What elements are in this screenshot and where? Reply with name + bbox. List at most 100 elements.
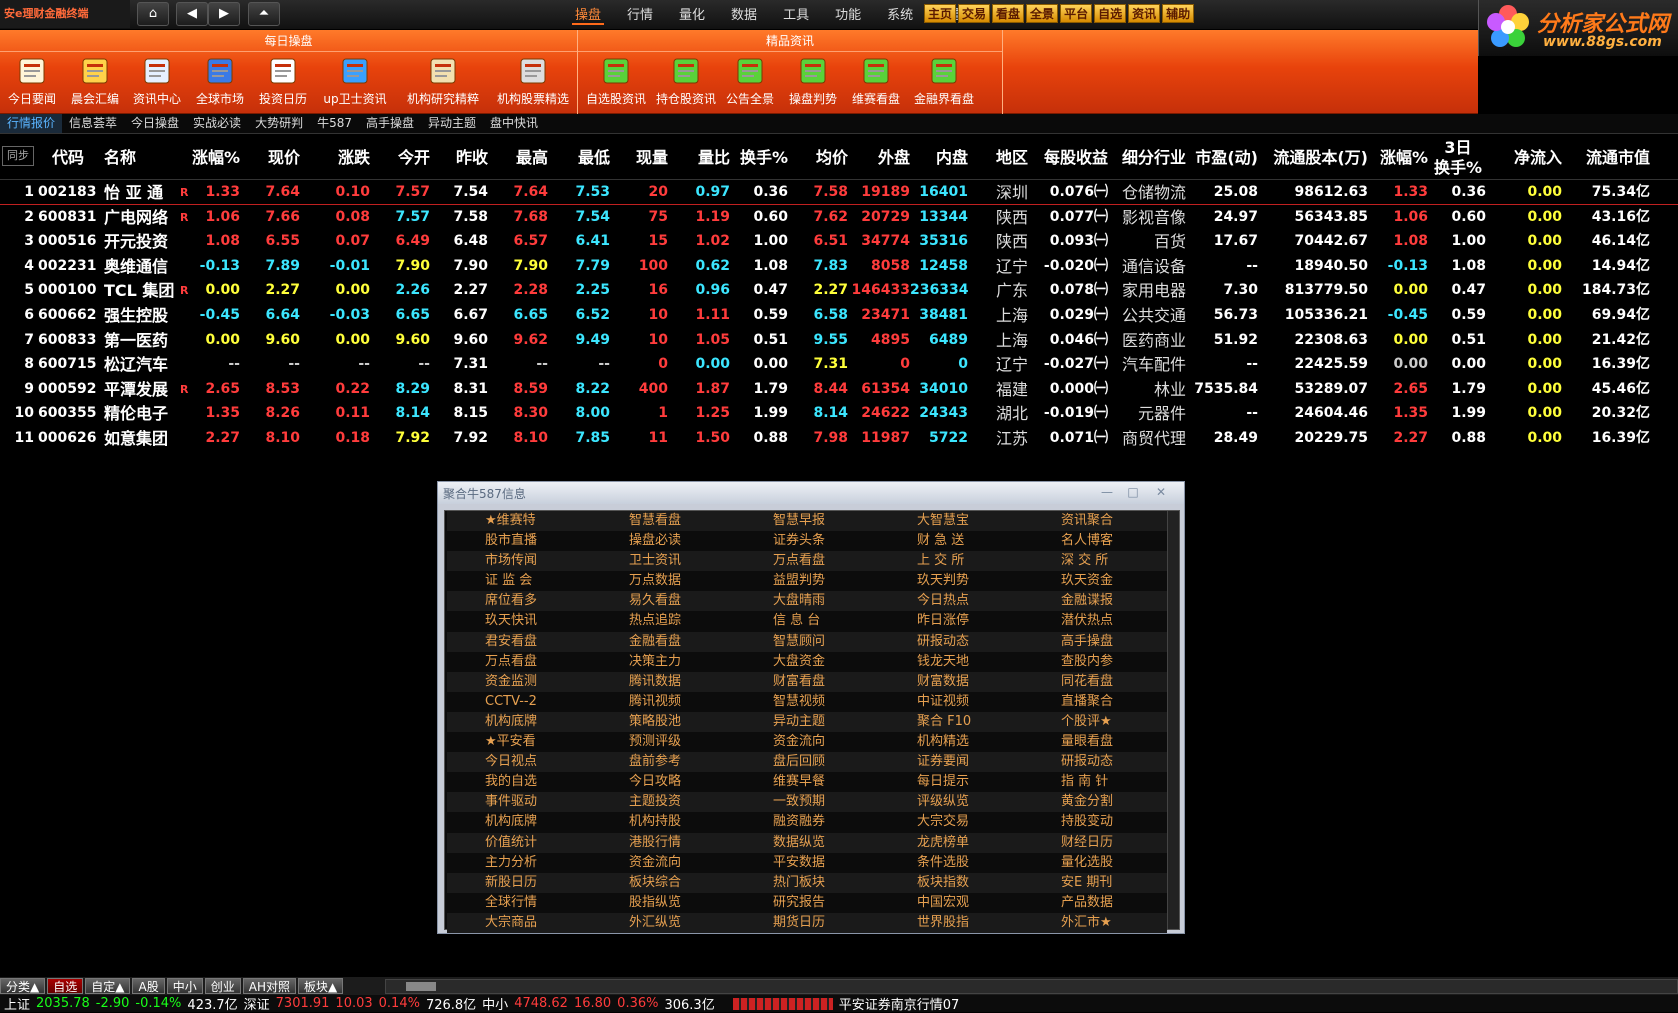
ribbon-item[interactable]: 公告全景 (718, 55, 782, 107)
popup-link[interactable]: 金融谍报 (1023, 591, 1167, 612)
quick-tab[interactable]: 辅助 (1162, 4, 1195, 23)
popup-link[interactable]: 持股变动 (1023, 812, 1167, 832)
ribbon-item[interactable]: 资讯中心 (126, 55, 188, 107)
popup-link[interactable]: 万点看盘 (735, 551, 879, 572)
home-button[interactable]: ⌂ (137, 2, 169, 26)
ribbon-item[interactable]: 今日要闻 (0, 55, 64, 107)
popup-link[interactable]: 资金监测 (447, 671, 591, 692)
popup-link[interactable]: 研报动态 (879, 631, 1023, 652)
popup-link[interactable]: 财富看盘 (735, 671, 879, 692)
ribbon-item[interactable]: 全球市场 (188, 55, 252, 107)
menu-item[interactable]: 功能 (832, 4, 864, 25)
column-header[interactable]: 3日 换手% (1430, 136, 1486, 180)
column-header[interactable]: 最高 (490, 136, 548, 180)
popup-link[interactable]: 大智慧宝 (879, 511, 1023, 532)
popup-link[interactable]: 聚合 F10 (879, 711, 1023, 733)
popup-link[interactable]: 智慧早报 (735, 511, 879, 532)
popup-link[interactable]: 数据纵览 (735, 832, 879, 853)
popup-link[interactable]: 黄金分割 (1023, 792, 1167, 813)
quick-tab[interactable]: 全景 (1026, 4, 1059, 23)
bottom-tab[interactable]: 自定▲ (85, 978, 131, 994)
popup-link[interactable]: 腾讯视频 (591, 692, 735, 712)
popup-link[interactable]: 智慧看盘 (591, 511, 735, 532)
popup-link[interactable]: 查股内参 (1023, 652, 1167, 672)
column-header[interactable]: 最低 (550, 136, 610, 180)
column-header[interactable]: 名称 (104, 136, 174, 180)
column-header[interactable]: 换手% (732, 136, 788, 180)
quick-tab[interactable]: 看盘 (992, 4, 1025, 23)
popup-link[interactable]: 研究报告 (735, 893, 879, 913)
ribbon-item[interactable]: 操盘判势 (782, 55, 844, 107)
popup-link[interactable]: 龙虎榜单 (879, 832, 1023, 853)
bottom-tab[interactable]: AH对照 (242, 978, 296, 994)
popup-link[interactable]: 个股评★ (1023, 711, 1167, 733)
column-header[interactable]: 均价 (790, 136, 848, 180)
sub-tab[interactable]: 大势研判 (248, 114, 310, 133)
popup-link[interactable]: 港股行情 (591, 832, 735, 853)
column-header[interactable]: 量比 (670, 136, 730, 180)
popup-link[interactable]: 评级纵览 (879, 792, 1023, 813)
column-header[interactable]: 涨幅% (176, 136, 240, 180)
popup-link[interactable]: 高手操盘 (1023, 631, 1167, 652)
popup-link[interactable]: 万点看盘 (447, 652, 591, 672)
column-header[interactable]: 地区 (990, 136, 1028, 180)
popup-link[interactable]: 资讯聚合 (1023, 511, 1167, 532)
popup-link[interactable]: 君安看盘 (447, 631, 591, 652)
column-header[interactable]: 今开 (372, 136, 430, 180)
popup-link[interactable]: 每日提示 (879, 772, 1023, 792)
popup-link[interactable]: 板块综合 (591, 872, 735, 893)
popup-link[interactable]: 研报动态 (1023, 752, 1167, 773)
popup-link[interactable]: 财富数据 (879, 671, 1023, 692)
popup-link[interactable]: 玖天判势 (879, 571, 1023, 591)
sub-tab[interactable]: 今日操盘 (124, 114, 186, 133)
popup-link[interactable]: 今日攻略 (591, 772, 735, 792)
popup-link[interactable]: 融资融券 (735, 812, 879, 832)
popup-link[interactable]: 股市直播 (447, 531, 591, 551)
menu-item[interactable]: 工具 (780, 4, 812, 25)
popup-link[interactable]: 板块指数 (879, 872, 1023, 893)
table-row[interactable]: 9 000592 平潭发展 R 2.65 8.53 0.22 8.29 8.31 8.59 8.22… (0, 377, 1678, 402)
sub-tab[interactable]: 行情报价 (0, 114, 63, 133)
column-header[interactable]: 市盈(动) (1190, 136, 1258, 180)
ribbon-item[interactable]: 机构股票精选 (490, 55, 576, 107)
forward-button[interactable]: ▶ (208, 2, 240, 26)
menu-item[interactable]: 操盘 (572, 4, 605, 25)
popup-link[interactable]: 大宗商品 (447, 912, 591, 933)
popup-link[interactable]: 热门板块 (735, 872, 879, 893)
menu-item[interactable]: 系统 (884, 4, 916, 25)
popup-link[interactable]: 智慧视频 (735, 692, 879, 712)
quick-tab[interactable]: 平台 (1060, 4, 1093, 23)
scroll-thumb[interactable] (406, 982, 436, 991)
popup-link[interactable]: 盘后回顾 (735, 752, 879, 773)
popup-link[interactable]: 直播聚合 (1023, 692, 1167, 712)
popup-link[interactable]: 操盘必读 (591, 531, 735, 551)
table-row[interactable]: 8 600715 松辽汽车 -- -- -- -- 7.31 -- -- 0 0.00 0.00 7.31… (0, 352, 1678, 377)
bottom-tab[interactable]: 板块▲ (297, 978, 344, 994)
sub-tab[interactable]: 高手操盘 (359, 114, 421, 133)
column-header[interactable]: 流通市值 (1564, 136, 1650, 180)
table-row[interactable]: 6 600662 强生控股 -0.45 6.64 -0.03 6.65 6.67 6.65 6.5… (0, 303, 1678, 328)
ribbon-item[interactable]: 自选股资讯 (578, 55, 654, 107)
popup-link[interactable]: 机构持股 (591, 812, 735, 832)
popup-link[interactable]: 证 监 会 (447, 571, 591, 591)
popup-link[interactable]: 主力分析 (447, 853, 591, 873)
column-header[interactable]: 现量 (612, 136, 668, 180)
popup-link[interactable]: 中证视频 (879, 692, 1023, 712)
popup-link[interactable]: 腾讯数据 (591, 671, 735, 692)
maximize-icon[interactable]: □ (1122, 485, 1144, 500)
quick-tab[interactable]: 资讯 (1128, 4, 1161, 23)
popup-link[interactable]: 中国宏观 (879, 893, 1023, 913)
popup-link[interactable]: 玖天资金 (1023, 571, 1167, 591)
minimize-icon[interactable]: — (1096, 485, 1118, 500)
popup-link[interactable]: 财经日历 (1023, 832, 1167, 853)
popup-link[interactable]: 潜伏热点 (1023, 611, 1167, 631)
column-header[interactable]: 内盘 (910, 136, 968, 180)
popup-link[interactable]: 全球行情 (447, 893, 591, 913)
popup-link[interactable]: 股指纵览 (591, 893, 735, 913)
popup-scrollbar[interactable] (1167, 511, 1179, 929)
popup-link[interactable]: 信 息 台 (735, 611, 879, 631)
popup-link[interactable]: 机构底牌 (447, 812, 591, 832)
menu-item[interactable]: 行情 (624, 4, 656, 25)
menu-item[interactable]: 量化 (676, 4, 708, 25)
popup-link[interactable]: 预测评级 (591, 732, 735, 752)
